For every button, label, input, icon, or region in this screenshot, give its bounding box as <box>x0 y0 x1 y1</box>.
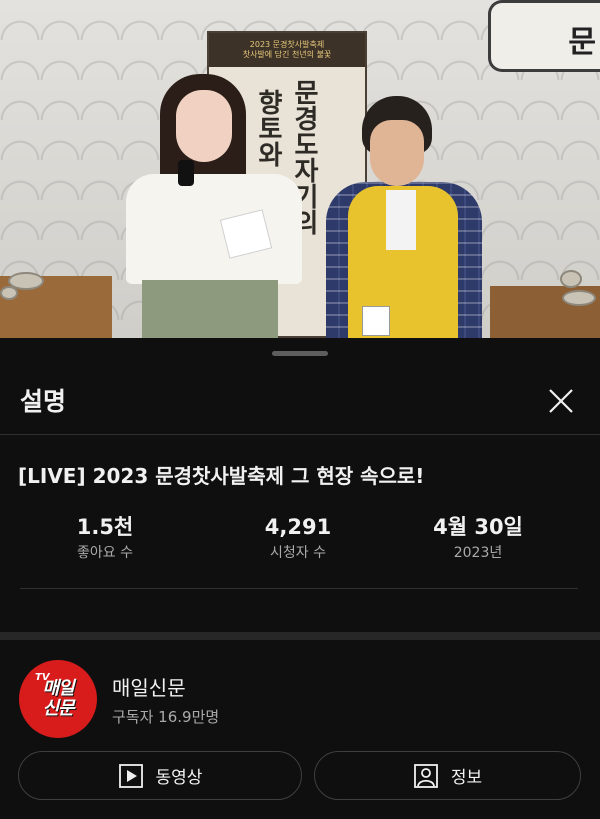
video-bowl <box>560 270 582 288</box>
video-banner-line1: 2023 문경찻사발축제 <box>249 40 325 49</box>
video-banner-header: 2023 문경찻사발축제 찻사발에 담긴 천년의 불꽃 <box>209 33 365 67</box>
video-presenter <box>120 74 306 338</box>
video-bowl <box>562 290 596 306</box>
viewers-stat: 4,291 시청자 수 <box>198 512 398 564</box>
person-box-icon <box>413 763 438 788</box>
about-button-label: 정보 <box>450 768 483 788</box>
channel-row[interactable]: TV 매일 신문 매일신문 구독자 16.9만명 <box>0 658 600 742</box>
drag-handle[interactable] <box>272 351 328 356</box>
viewers-count: 4,291 <box>264 515 332 539</box>
videos-button[interactable]: 동영상 <box>18 751 302 800</box>
stats-divider <box>20 588 578 589</box>
year-label: 2023년 <box>453 545 503 561</box>
header-divider <box>0 434 600 435</box>
channel-name[interactable]: 매일신문 <box>112 672 186 701</box>
video-banner-line2: 찻사발에 담긴 천년의 불꽃 <box>242 50 332 59</box>
video-scroll-decoration: 문 <box>488 0 600 72</box>
close-button[interactable] <box>542 382 580 420</box>
panel-title: 설명 <box>20 387 67 416</box>
channel-subscribers: 구독자 16.9만명 <box>112 708 220 726</box>
video-player[interactable]: 문 2023 문경찻사발축제 찻사발에 담긴 천년의 불꽃 문경도자기의 향토와… <box>0 0 600 338</box>
about-button[interactable]: 정보 <box>314 751 581 800</box>
channel-logo-tv: TV <box>35 672 50 683</box>
video-title: [LIVE] 2023 문경찻사발축제 그 현장 속으로! <box>18 464 425 488</box>
video-corner-char: 문 <box>568 25 596 60</box>
play-box-icon <box>118 763 143 788</box>
viewers-label: 시청자 수 <box>270 545 326 561</box>
close-icon <box>549 389 573 413</box>
date-stat: 4월 30일 2023년 <box>378 512 578 564</box>
date-value: 4월 30일 <box>433 515 523 539</box>
section-separator <box>0 632 600 640</box>
channel-logo-line2: 신문 <box>42 698 74 719</box>
video-stats: 1.5천 좋아요 수 4,291 시청자 수 4월 30일 2023년 <box>0 512 600 576</box>
likes-count: 1.5천 <box>76 515 134 539</box>
video-guest <box>324 96 484 338</box>
likes-stat: 1.5천 좋아요 수 <box>5 512 205 564</box>
channel-avatar[interactable]: TV 매일 신문 <box>19 660 97 738</box>
description-header: 설명 <box>0 368 600 434</box>
video-bowl <box>0 286 18 300</box>
likes-label: 좋아요 수 <box>77 545 133 561</box>
videos-button-label: 동영상 <box>155 768 203 788</box>
